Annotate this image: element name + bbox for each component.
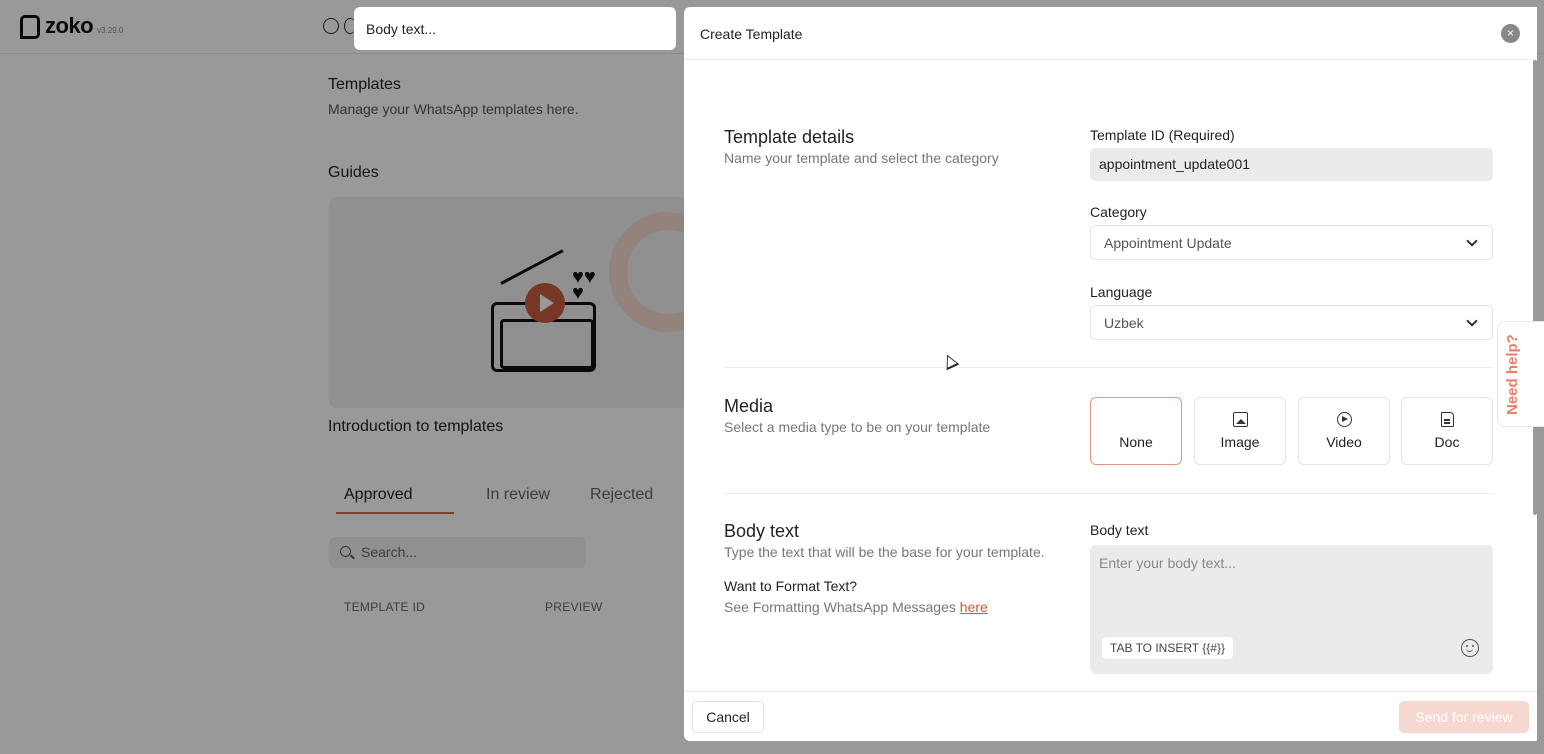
format-help-text: See Formatting WhatsApp Messages xyxy=(724,599,960,615)
document-icon xyxy=(1441,412,1454,427)
format-help-line: See Formatting WhatsApp Messages here xyxy=(724,599,988,615)
create-template-drawer: Create Template × Template details Name … xyxy=(684,7,1537,741)
cancel-button[interactable]: Cancel xyxy=(692,701,764,733)
body-text-subtitle: Type the text that will be the base for … xyxy=(724,544,1045,560)
language-label: Language xyxy=(1090,284,1153,300)
body-text-input[interactable]: Enter your body text... TAB TO INSERT {{… xyxy=(1090,545,1493,674)
media-option-video[interactable]: Video xyxy=(1298,397,1390,465)
media-option-doc[interactable]: Doc xyxy=(1401,397,1493,465)
video-icon xyxy=(1337,412,1352,427)
drawer-footer: Cancel Send for review xyxy=(684,691,1537,741)
body-text-label: Body text xyxy=(1090,522,1149,538)
body-text-placeholder: Enter your body text... xyxy=(1099,555,1236,571)
media-option-label: Image xyxy=(1220,434,1260,450)
language-value: Uzbek xyxy=(1104,315,1144,331)
need-help-tab[interactable]: Need help? xyxy=(1497,321,1544,427)
tab-to-insert-badge[interactable]: TAB TO INSERT {{#}} xyxy=(1102,637,1233,659)
template-id-value: appointment_update001 xyxy=(1099,156,1251,172)
need-help-label: Need help? xyxy=(1504,334,1521,415)
template-details-title: Template details xyxy=(724,127,855,147)
media-subtitle: Select a media type to be on your templa… xyxy=(724,419,991,435)
body-text-preview: Body text... xyxy=(354,7,676,50)
image-icon xyxy=(1233,412,1248,427)
drawer-title: Create Template xyxy=(700,26,803,42)
category-select[interactable]: Appointment Update xyxy=(1090,225,1493,260)
template-id-input[interactable]: appointment_update001 xyxy=(1090,148,1493,181)
media-option-label: None xyxy=(1119,434,1153,450)
media-title: Media xyxy=(724,396,774,416)
chevron-down-icon xyxy=(1466,315,1478,327)
media-option-image[interactable]: Image xyxy=(1194,397,1286,465)
template-id-label: Template ID (Required) xyxy=(1090,127,1235,143)
format-question: Want to Format Text? xyxy=(724,578,858,594)
close-icon[interactable]: × xyxy=(1501,24,1520,43)
language-select[interactable]: Uzbek xyxy=(1090,305,1493,340)
body-text-title: Body text xyxy=(724,521,800,541)
media-option-none[interactable]: None xyxy=(1090,397,1182,465)
category-value: Appointment Update xyxy=(1104,235,1232,251)
media-option-label: Video xyxy=(1326,434,1362,450)
emoji-icon[interactable] xyxy=(1461,639,1479,657)
send-for-review-button[interactable]: Send for review xyxy=(1399,701,1529,733)
media-option-label: Doc xyxy=(1434,434,1460,450)
chevron-down-icon xyxy=(1466,235,1478,247)
divider xyxy=(724,493,1493,494)
formatting-link[interactable]: here xyxy=(960,599,988,615)
divider xyxy=(724,367,1493,368)
category-label: Category xyxy=(1090,204,1147,220)
drawer-scrollbar[interactable] xyxy=(1533,60,1537,515)
drawer-header: Create Template × xyxy=(684,7,1537,60)
preview-text: Body text... xyxy=(366,21,437,37)
template-details-subtitle: Name your template and select the catego… xyxy=(724,150,999,166)
